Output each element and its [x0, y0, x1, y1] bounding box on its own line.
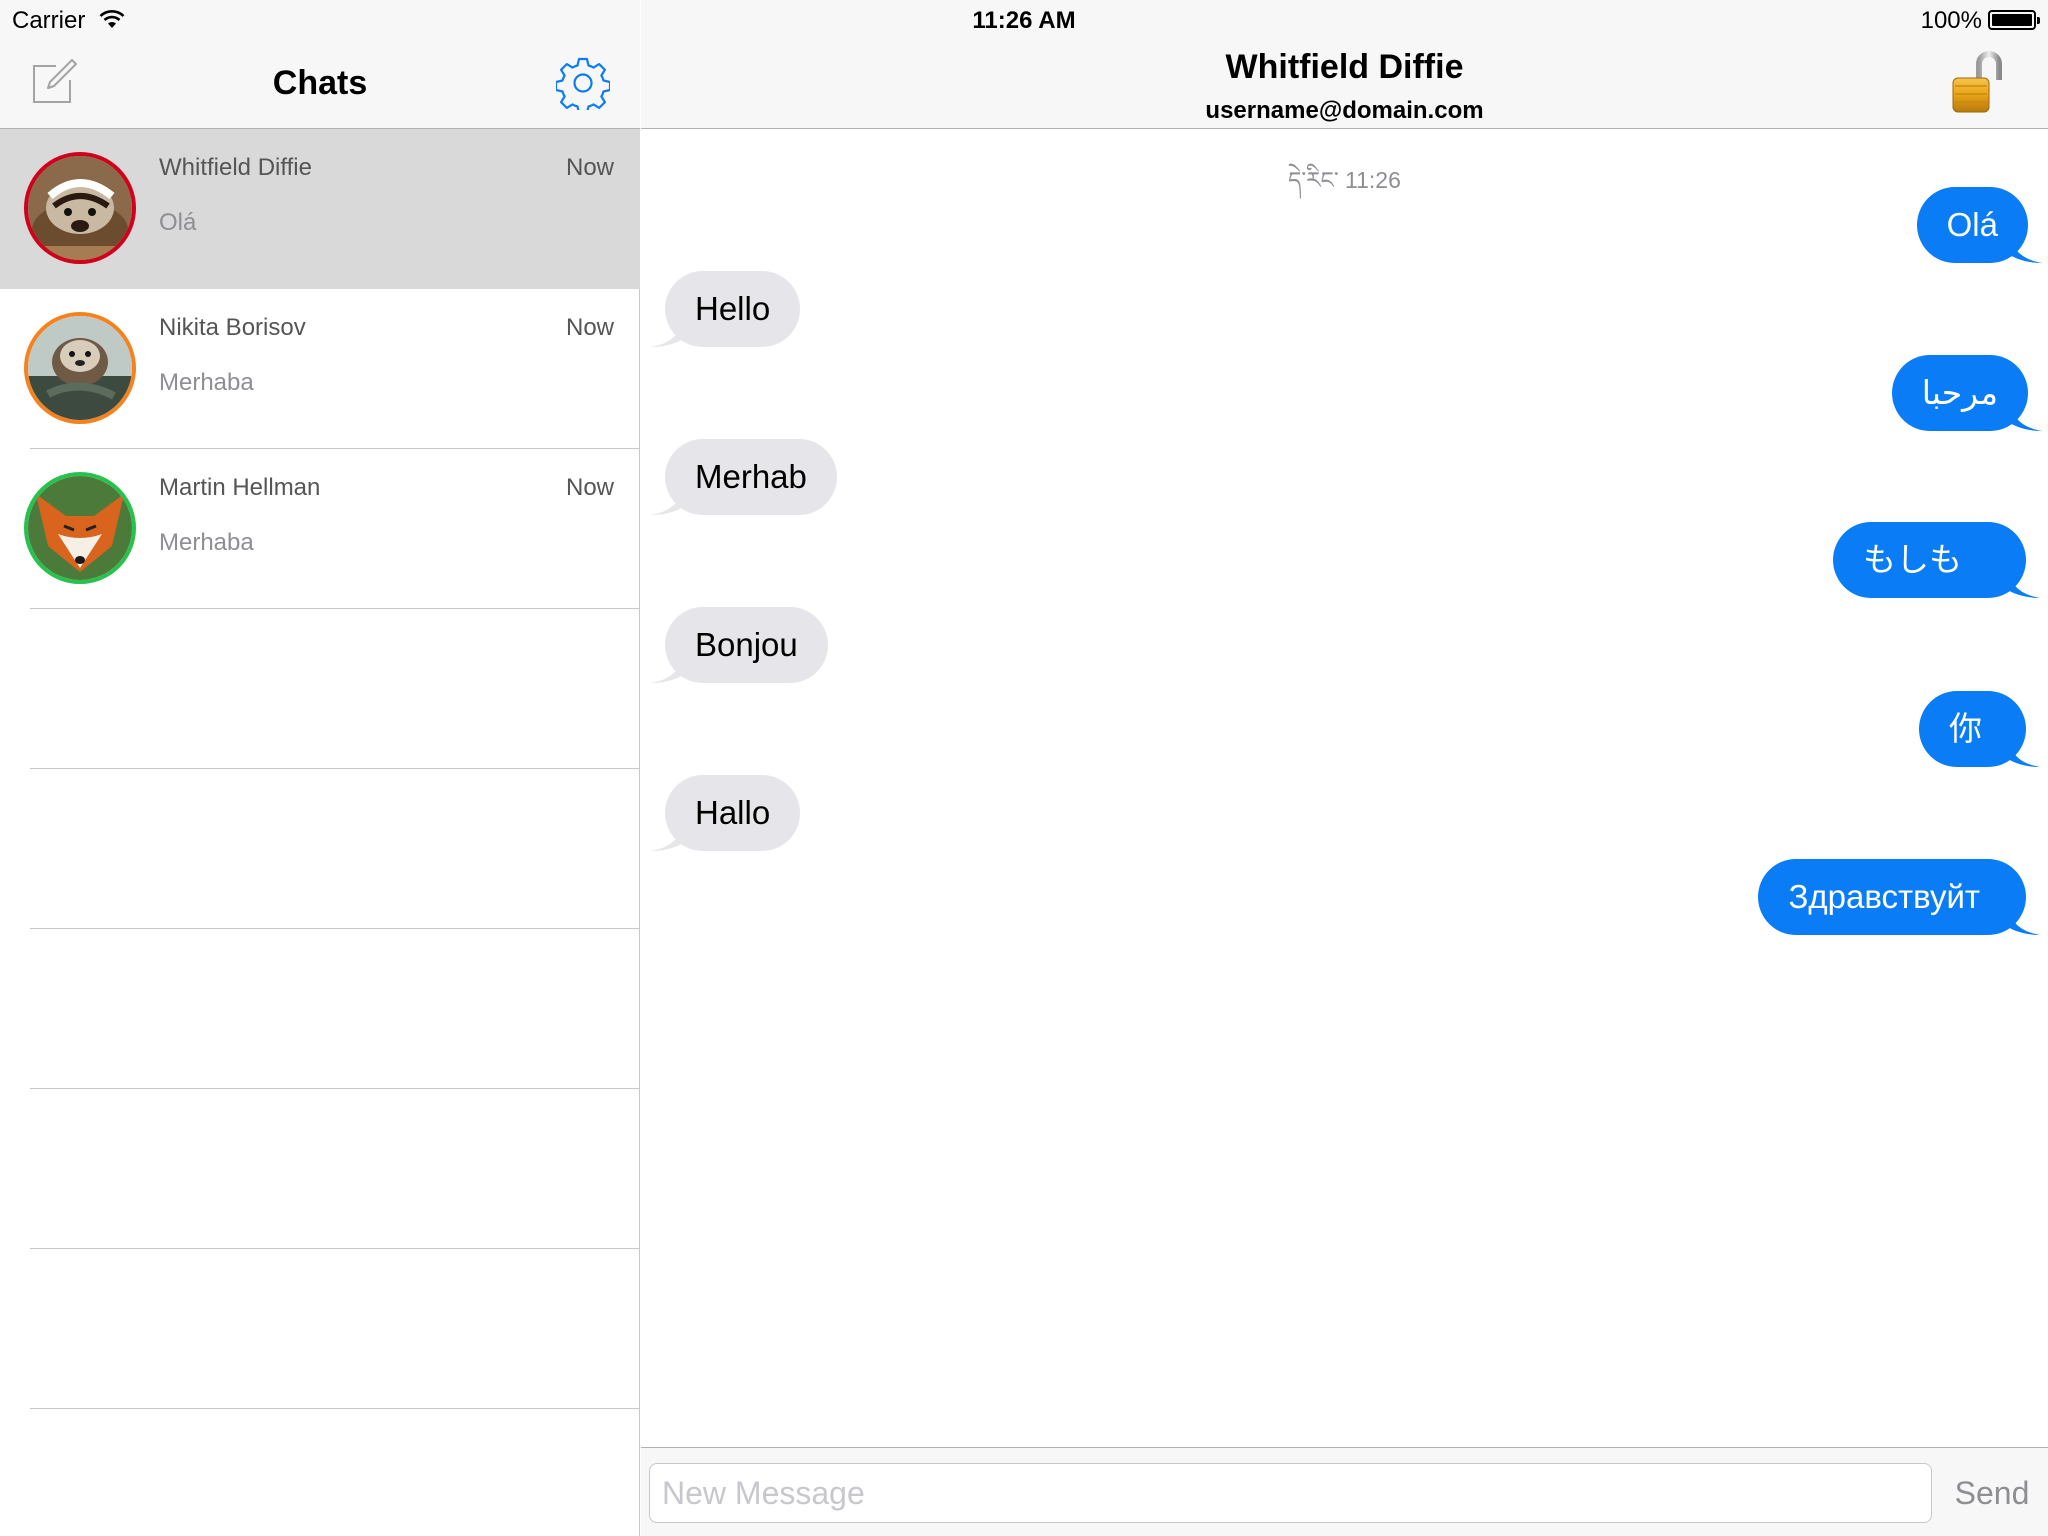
message-text: Olá — [1946, 206, 1998, 243]
chat-row-martin-hellman[interactable]: Martin Hellman Now Merhaba — [0, 449, 640, 609]
chat-row-whitfield-diffie[interactable]: Whitfield Diffie Now Olá — [0, 129, 640, 289]
empty-row — [0, 769, 640, 929]
message-text: مرحبا — [1921, 374, 1998, 411]
gear-icon — [554, 57, 612, 115]
chat-timestamp: Now — [565, 474, 614, 501]
conversation-pane: Whitfield Diffie username@domain.com དེ་… — [641, 0, 2048, 1536]
empty-row — [0, 1249, 640, 1409]
message-text: Здравствуйт — [1788, 878, 1980, 915]
chat-contact-name: Whitfield Diffie — [159, 154, 312, 181]
chat-list-pane: Chats Whitfield Diffie Now Olá Nikita Bo… — [0, 0, 640, 1536]
incoming-message-bubble[interactable]: Merhab — [651, 439, 837, 515]
chat-last-message: Olá — [159, 209, 197, 236]
empty-row — [0, 1089, 640, 1249]
status-bar: Carrier 11:26 AM 100% — [0, 0, 2048, 40]
outgoing-message-bubble[interactable]: もしも — [1833, 522, 2040, 598]
outgoing-message-bubble[interactable]: Здравствуйт — [1758, 859, 2040, 935]
chat-contact-name: Nikita Borisov — [159, 314, 306, 341]
avatar — [24, 152, 136, 264]
unlocked-padlock-icon — [1952, 51, 2002, 113]
chat-timestamp: Now — [565, 314, 614, 341]
empty-row — [0, 929, 640, 1089]
message-text: Bonjou — [695, 626, 798, 663]
chat-contact-name: Martin Hellman — [159, 474, 321, 501]
avatar — [24, 312, 136, 424]
incoming-message-bubble[interactable]: Hello — [651, 271, 801, 347]
settings-button[interactable] — [554, 56, 612, 115]
battery-icon — [1988, 10, 2040, 30]
message-text: Hello — [695, 290, 771, 327]
empty-row — [0, 609, 640, 769]
encryption-lock-button[interactable] — [1951, 50, 2007, 116]
chat-last-message: Merhaba — [159, 369, 254, 396]
message-text: もしも — [1863, 541, 1962, 578]
status-time: 11:26 AM — [972, 7, 1076, 34]
incoming-message-bubble[interactable]: Hallo — [651, 775, 801, 851]
chat-list: Whitfield Diffie Now Olá Nikita Borisov … — [0, 129, 640, 1409]
message-text: Merhab — [695, 458, 807, 495]
chat-timestamp: Now — [565, 154, 614, 181]
outgoing-message-bubble[interactable]: 你 — [1919, 691, 2040, 767]
outgoing-message-bubble[interactable]: Olá — [1916, 187, 2042, 263]
outgoing-message-bubble[interactable]: مرحبا — [1891, 355, 2042, 431]
chat-last-message: Merhaba — [159, 529, 254, 556]
send-button[interactable]: Send — [1946, 1468, 2038, 1518]
contact-account: username@domain.com — [1205, 97, 1484, 124]
conversation-timestamp: དེ་རིང་ 11:26 — [1288, 167, 1401, 193]
chat-row-nikita-borisov[interactable]: Nikita Borisov Now Merhaba — [0, 289, 640, 449]
avatar — [24, 472, 136, 584]
battery-percentage: 100% — [1920, 7, 1982, 34]
incoming-message-bubble[interactable]: Bonjou — [651, 607, 828, 683]
contact-name: Whitfield Diffie — [1225, 48, 1464, 86]
message-input[interactable] — [649, 1463, 1932, 1523]
chats-title: Chats — [272, 64, 368, 102]
message-composer: Send — [641, 1447, 2048, 1536]
message-text: Hallo — [695, 794, 771, 831]
message-text: 你 — [1949, 710, 1982, 747]
